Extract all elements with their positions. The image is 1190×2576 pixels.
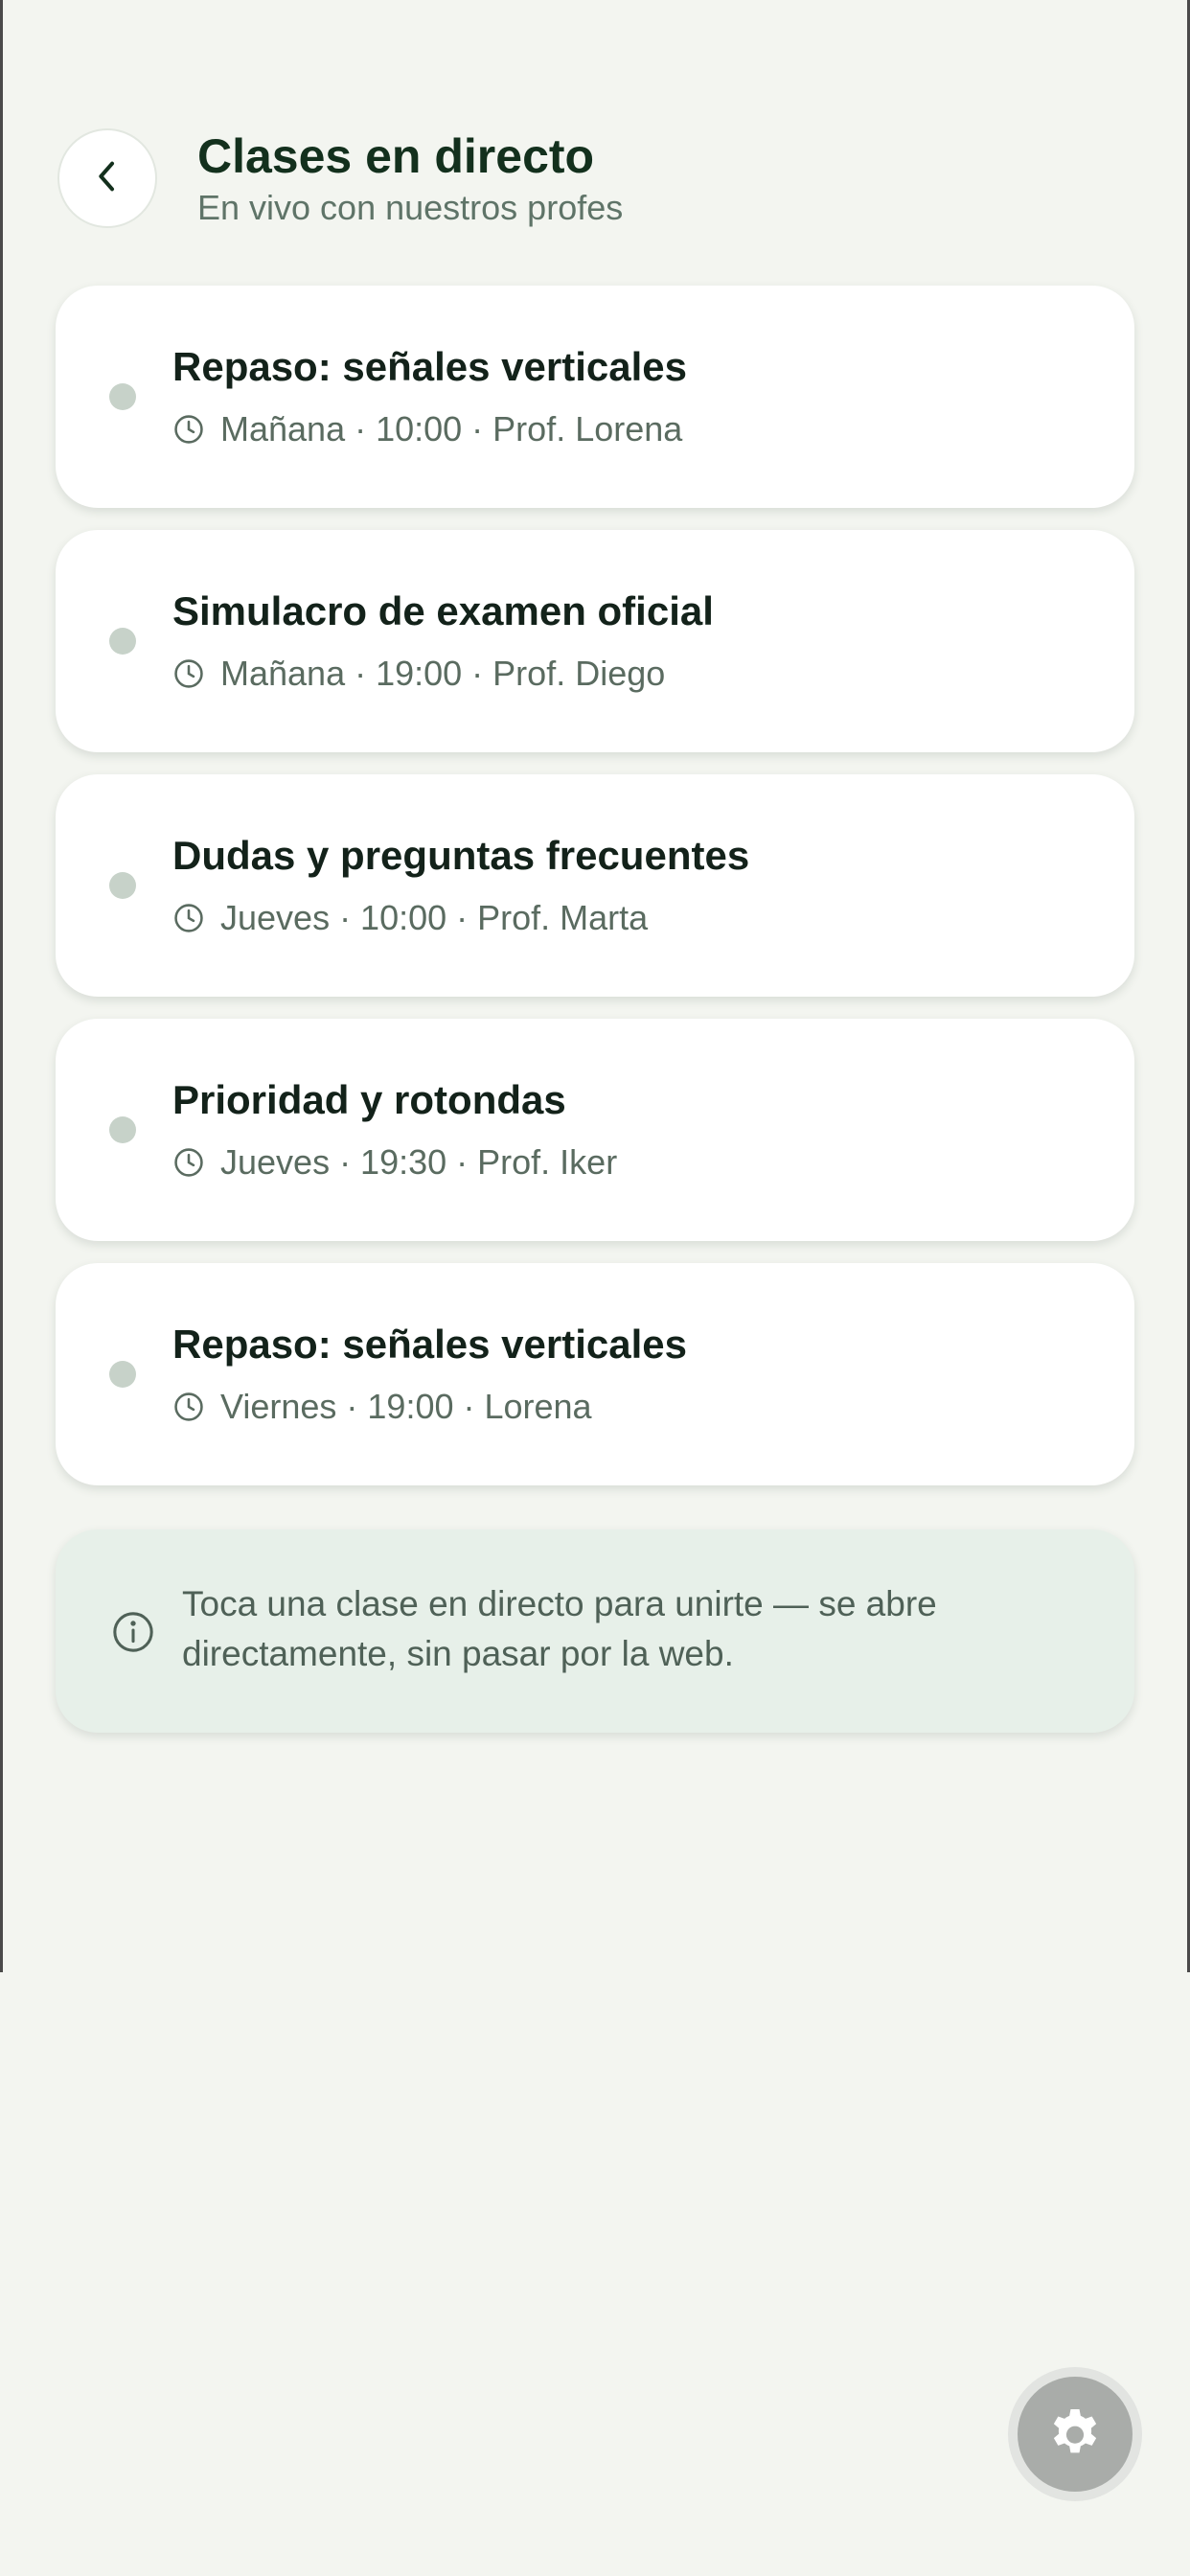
gear-icon (1044, 2402, 1106, 2468)
page-subtitle: En vivo con nuestros profes (197, 188, 624, 227)
class-meta: Viernes · 19:00 · Lorena (172, 1386, 592, 1428)
class-title: Dudas y preguntas frecuentes (172, 833, 750, 878)
class-card[interactable]: Simulacro de examen oficial Mañana · 19:… (56, 530, 1134, 752)
clock-icon (172, 902, 205, 934)
status-dot (109, 1116, 136, 1143)
live-classes-list: Repaso: señales verticales Mañana · 10:0… (56, 286, 1134, 1507)
info-notice: Toca una clase en directo para unirte — … (56, 1530, 1134, 1733)
page-title: Clases en directo (197, 129, 595, 183)
class-title: Simulacro de examen oficial (172, 588, 714, 633)
class-title: Repaso: señales verticales (172, 344, 687, 389)
class-card[interactable]: Repaso: señales verticales Viernes · 19:… (56, 1263, 1134, 1485)
status-dot (109, 628, 136, 655)
header-titles: Clases en directo En vivo con nuestros p… (197, 127, 623, 229)
status-dot (109, 872, 136, 899)
status-dot (109, 383, 136, 410)
class-meta: Mañana · 10:00 · Prof. Lorena (172, 408, 682, 450)
clock-icon (172, 1146, 205, 1179)
class-schedule: Jueves · 10:00 · Prof. Marta (220, 898, 649, 937)
clock-icon (172, 1391, 205, 1423)
class-card[interactable]: Dudas y preguntas frecuentes Jueves · 10… (56, 774, 1134, 997)
class-card[interactable]: Prioridad y rotondas Jueves · 19:30 · Pr… (56, 1019, 1134, 1241)
class-schedule: Viernes · 19:00 · Lorena (220, 1387, 592, 1426)
class-title: Repaso: señales verticales (172, 1322, 687, 1367)
class-title: Prioridad y rotondas (172, 1077, 566, 1122)
info-text: Toca una clase en directo para unirte — … (182, 1584, 937, 1673)
status-dot (109, 1361, 136, 1388)
class-schedule: Mañana · 19:00 · Prof. Diego (220, 654, 666, 693)
screen-edge-left (0, 0, 3, 1972)
class-meta: Jueves · 10:00 · Prof. Marta (172, 897, 648, 939)
info-icon (111, 1610, 155, 1654)
back-button[interactable] (57, 128, 157, 228)
page-header: Clases en directo En vivo con nuestros p… (57, 126, 623, 230)
class-meta: Mañana · 19:00 · Prof. Diego (172, 653, 665, 695)
class-card[interactable]: Repaso: señales verticales Mañana · 10:0… (56, 286, 1134, 508)
clock-icon (172, 657, 205, 690)
class-schedule: Mañana · 10:00 · Prof. Lorena (220, 409, 683, 448)
settings-button[interactable] (1008, 2367, 1142, 2501)
settings-button-inner (1018, 2377, 1133, 2492)
clock-icon (172, 413, 205, 446)
class-schedule: Jueves · 19:30 · Prof. Iker (220, 1142, 618, 1182)
chevron-left-icon (88, 157, 126, 200)
class-meta: Jueves · 19:30 · Prof. Iker (172, 1141, 617, 1184)
